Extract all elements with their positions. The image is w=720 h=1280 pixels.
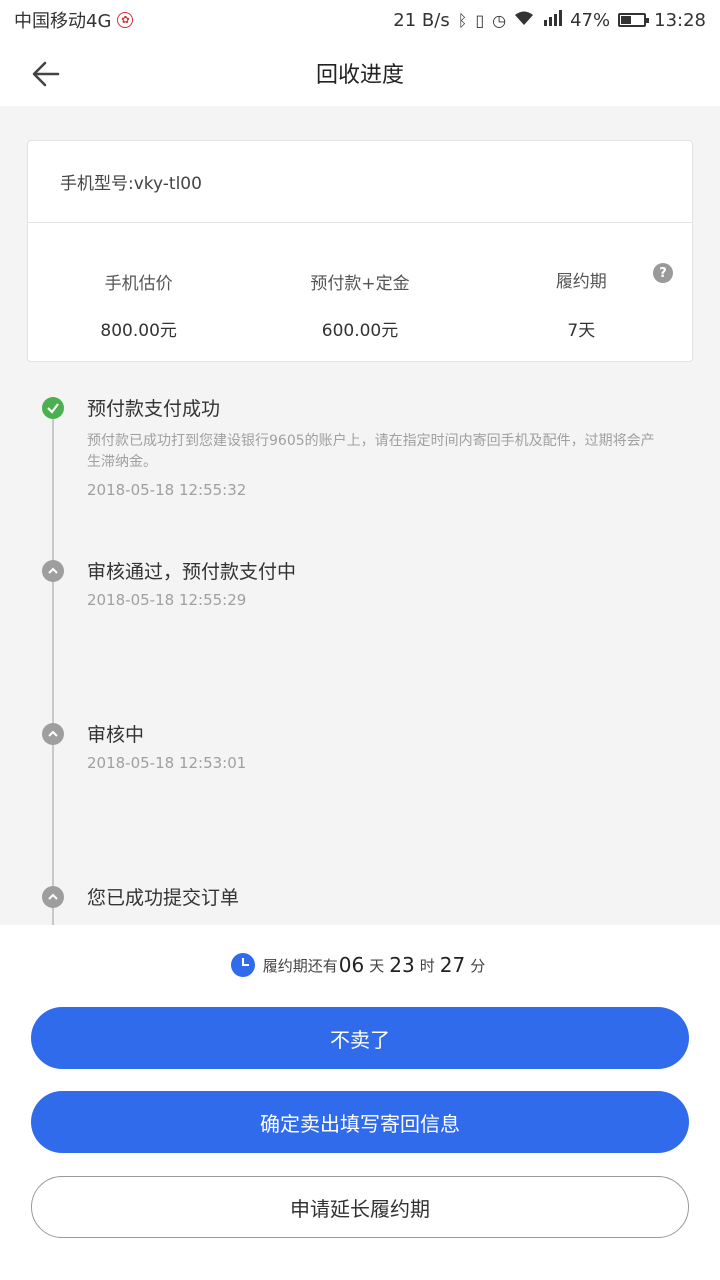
- timeline-title: 您已成功提交订单: [87, 887, 240, 909]
- progress-timeline: 预付款支付成功 预付款已成功打到您建设银行9605的账户上，请在指定时间内寄回手…: [0, 380, 720, 925]
- timeline-time: 2018-05-18 12:55:32: [87, 481, 247, 499]
- fulfillment-column: 履约期 7天: [471, 223, 692, 361]
- clock-time: 13:28: [654, 9, 706, 31]
- fulfillment-countdown: 履约期还有 06 天 23 时 27 分: [0, 949, 720, 981]
- clock-icon: [230, 953, 255, 977]
- battery-icon: [618, 13, 650, 27]
- alarm-icon: ◷: [492, 10, 507, 30]
- action-panel: 履约期还有 06 天 23 时 27 分 不卖了 确定卖出填写寄回信息 申请延长…: [0, 925, 720, 1280]
- cancel-sale-button[interactable]: 不卖了: [31, 1007, 689, 1069]
- nav-bar: 回收进度: [0, 40, 720, 106]
- estimate-value: 800.00元: [100, 321, 177, 341]
- net-speed: 21 B/s: [393, 9, 450, 31]
- timeline-title: 审核通过，预付款支付中: [87, 561, 297, 583]
- timeline-line: [52, 410, 54, 925]
- signal-icon: [542, 10, 563, 30]
- countdown-hours: 23: [389, 953, 415, 977]
- vibrate-icon: ▯: [475, 10, 485, 30]
- bluetooth-icon: ᛒ: [457, 10, 468, 30]
- status-bar: 中国移动4G ✿ 21 B/s ᛒ ▯ ◷ 47% 13:28: [0, 0, 720, 40]
- chevron-up-icon: [42, 560, 64, 582]
- confirm-sale-button[interactable]: 确定卖出填写寄回信息: [31, 1091, 689, 1153]
- countdown-hours-unit: 时: [419, 956, 435, 975]
- chevron-up-icon: [42, 886, 64, 908]
- arrow-left-icon: [32, 61, 60, 87]
- help-icon[interactable]: ?: [653, 263, 673, 283]
- countdown-days: 06: [338, 953, 365, 977]
- page-title: 回收进度: [315, 63, 404, 88]
- countdown-minutes: 27: [439, 953, 466, 977]
- prepayment-value: 600.00元: [321, 321, 399, 341]
- check-icon: [42, 397, 64, 419]
- battery-percent: 47%: [570, 9, 611, 31]
- timeline-time: 2018-05-18 12:55:29: [87, 591, 247, 609]
- timeline-time: 2018-05-18 12:53:01: [87, 754, 247, 772]
- prepayment-label: 预付款+定金: [310, 274, 410, 294]
- countdown-minutes-unit: 分: [470, 956, 486, 975]
- prepayment-column: 预付款+定金 600.00元: [249, 223, 470, 361]
- countdown-days-unit: 天: [369, 956, 385, 975]
- countdown-prefix: 履约期还有: [262, 956, 338, 975]
- estimate-label: 手机估价: [104, 274, 173, 294]
- fulfillment-value: 7天: [567, 321, 596, 341]
- phone-model: 手机型号:vky-tl00: [28, 141, 692, 223]
- price-summary: 手机估价 800.00元 预付款+定金 600.00元 履约期 7天 ?: [28, 223, 692, 361]
- notification-badge-icon: ✿: [117, 12, 134, 28]
- timeline-title: 预付款支付成功: [87, 398, 221, 420]
- wifi-icon: [514, 10, 534, 30]
- fulfillment-label: 履约期: [555, 272, 607, 292]
- extend-period-button[interactable]: 申请延长履约期: [31, 1176, 689, 1238]
- carrier-label: 中国移动4G: [14, 11, 112, 32]
- estimate-column: 手机估价 800.00元: [28, 223, 249, 361]
- phone-info-card: 手机型号:vky-tl00 手机估价 800.00元 预付款+定金 600.00…: [27, 140, 693, 362]
- timeline-desc: 预付款已成功打到您建设银行9605的账户上，请在指定时间内寄回手机及配件，过期将…: [87, 433, 655, 470]
- timeline-title: 审核中: [87, 724, 145, 746]
- back-button[interactable]: [26, 54, 66, 94]
- chevron-up-icon: [42, 723, 64, 745]
